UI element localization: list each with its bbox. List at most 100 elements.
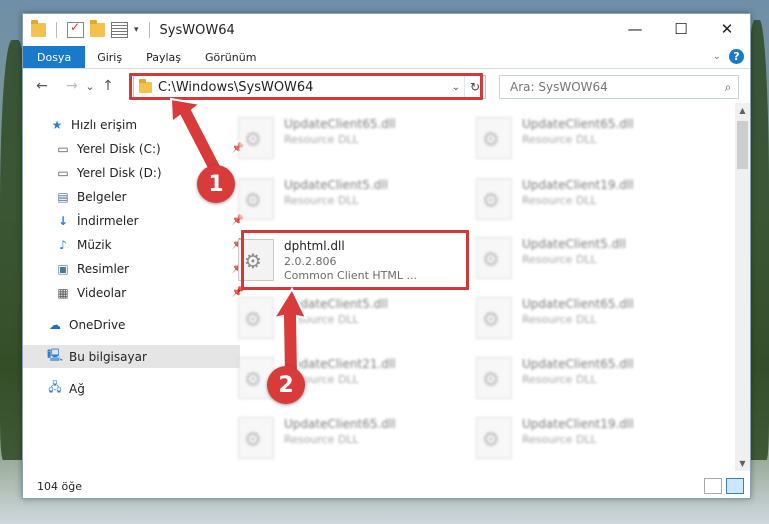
sidebar-item-label: İndirmeler bbox=[77, 213, 139, 228]
maximize-button[interactable]: ☐ bbox=[658, 14, 704, 44]
sidebar-item-onedrive[interactable]: ☁ OneDrive bbox=[23, 313, 240, 336]
file-name: UpdateClient5.dll bbox=[284, 297, 388, 311]
sidebar-item-label: OneDrive bbox=[69, 317, 126, 332]
file-type: Common Client HTML ... bbox=[284, 269, 417, 282]
search-input[interactable] bbox=[508, 79, 718, 95]
file-name: UpdateClient19.dll bbox=[522, 417, 634, 431]
divider bbox=[148, 22, 150, 38]
window-title: SysWOW64 bbox=[159, 22, 235, 38]
chevron-down-icon[interactable]: ▾ bbox=[134, 25, 139, 35]
file-type: Resource DLL bbox=[522, 373, 597, 386]
status-bar: 104 öğe bbox=[23, 474, 750, 498]
sidebar-item-label: Hızlı erişim bbox=[71, 117, 138, 132]
file-name: UpdateClient5.dll bbox=[284, 178, 388, 192]
file-type: Resource DLL bbox=[522, 133, 597, 146]
dll-file-icon bbox=[476, 297, 512, 339]
view-buttons bbox=[704, 478, 744, 494]
new-folder-icon[interactable] bbox=[90, 20, 105, 37]
download-icon: ↓ bbox=[57, 213, 69, 228]
search-icon[interactable]: ⌕ bbox=[718, 80, 738, 95]
item-count: 104 öğe bbox=[37, 479, 82, 493]
file-item[interactable]: UpdateClient19.dll Resource DLL bbox=[470, 172, 692, 228]
file-item-dphtml[interactable]: dphtml.dll 2.0.2.806 Common Client HTML … bbox=[232, 233, 454, 289]
window-controls: — ☐ ✕ bbox=[612, 14, 750, 44]
dll-file-icon bbox=[476, 237, 512, 279]
tab-share[interactable]: Paylaş bbox=[134, 46, 193, 68]
address-path[interactable]: C:\Windows\SysWOW64 bbox=[158, 80, 448, 95]
network-icon: 🖧 bbox=[48, 380, 62, 394]
dll-file-icon bbox=[238, 178, 274, 220]
large-icons-view-icon[interactable] bbox=[726, 478, 744, 494]
expand-ribbon-icon[interactable]: ⌄ bbox=[713, 51, 721, 62]
up-button[interactable]: ↑ bbox=[97, 78, 119, 94]
forward-button[interactable]: → bbox=[61, 78, 83, 94]
close-button[interactable]: ✕ bbox=[704, 14, 750, 44]
file-list: UpdateClient65.dll Resource DLL UpdateCl… bbox=[232, 103, 735, 471]
dll-file-icon bbox=[476, 417, 512, 459]
file-item[interactable]: UpdateClient19.dll Resource DLL bbox=[470, 411, 692, 467]
file-name: dphtml.dll bbox=[284, 239, 345, 253]
file-item[interactable]: UpdateClient65.dll Resource DLL bbox=[232, 111, 454, 167]
sidebar-item-pictures[interactable]: ▣ Resimler 📌 bbox=[23, 257, 248, 280]
sidebar-item-music[interactable]: ♪ Müzik 📌 bbox=[23, 233, 248, 256]
sidebar-item-label: Videolar bbox=[77, 285, 127, 300]
file-item[interactable]: UpdateClient5.dll Resource DLL bbox=[232, 291, 454, 347]
properties-check-icon[interactable] bbox=[67, 20, 84, 38]
file-item[interactable]: UpdateClient65.dll Resource DLL bbox=[232, 411, 454, 467]
minimize-button[interactable]: — bbox=[612, 14, 658, 44]
sidebar-item-label: Ağ bbox=[69, 381, 85, 396]
dll-file-icon bbox=[238, 417, 274, 459]
file-name: UpdateClient21.dll bbox=[284, 357, 396, 371]
file-name: UpdateClient65.dll bbox=[522, 297, 634, 311]
tab-home[interactable]: Giriş bbox=[85, 46, 134, 68]
scrollbar-thumb[interactable] bbox=[737, 121, 748, 169]
file-item[interactable]: UpdateClient5.dll Resource DLL bbox=[470, 231, 692, 287]
search-box[interactable]: ⌕ bbox=[499, 75, 739, 99]
file-name: UpdateClient5.dll bbox=[522, 237, 626, 251]
folder-icon bbox=[31, 20, 46, 37]
file-type: Resource DLL bbox=[284, 433, 359, 446]
tab-file[interactable]: Dosya bbox=[23, 46, 86, 68]
scroll-down-icon[interactable]: ▼ bbox=[735, 456, 750, 471]
cloud-icon: ☁ bbox=[49, 317, 61, 332]
drive-icon: ▭ bbox=[57, 165, 69, 180]
music-icon: ♪ bbox=[59, 237, 67, 252]
file-name: UpdateClient19.dll bbox=[522, 178, 634, 192]
file-item[interactable]: UpdateClient65.dll Resource DLL bbox=[470, 111, 692, 167]
file-name: UpdateClient65.dll bbox=[284, 417, 396, 431]
customize-toolbar-icon[interactable] bbox=[111, 22, 128, 38]
document-icon: ▤ bbox=[57, 189, 69, 204]
sidebar-item-quick-access[interactable]: ★ Hızlı erişim bbox=[23, 113, 242, 136]
dll-file-icon bbox=[476, 357, 512, 399]
sidebar-item-this-pc[interactable]: 🖳 Bu bilgisayar bbox=[23, 345, 240, 368]
dll-file-icon bbox=[476, 117, 512, 159]
refresh-button[interactable]: ↻ bbox=[464, 76, 485, 98]
vertical-scrollbar[interactable]: ▲ ▼ bbox=[735, 103, 750, 471]
tab-view[interactable]: Görünüm bbox=[193, 46, 268, 68]
navigation-pane: ★ Hızlı erişim ▭ Yerel Disk (C:) 📌 ▭ Yer… bbox=[23, 103, 244, 471]
sidebar-item-label: Belgeler bbox=[77, 189, 127, 204]
recent-locations-button[interactable]: ⌄ bbox=[83, 80, 97, 93]
scroll-up-icon[interactable]: ▲ bbox=[735, 103, 750, 118]
sidebar-item-disk-c[interactable]: ▭ Yerel Disk (C:) 📌 bbox=[23, 137, 248, 160]
sidebar-item-videos[interactable]: ▦ Videolar 📌 bbox=[23, 281, 248, 304]
dll-file-icon bbox=[238, 239, 274, 281]
sidebar-item-network[interactable]: 🖧 Ağ bbox=[23, 377, 240, 400]
address-bar[interactable]: C:\Windows\SysWOW64 ⌄ ↻ bbox=[133, 75, 486, 99]
explorer-window: ▾ SysWOW64 — ☐ ✕ Dosya Giriş Paylaş Görü… bbox=[22, 13, 751, 499]
navigation-bar: ← → ⌄ ↑ C:\Windows\SysWOW64 ⌄ ↻ ⌕ bbox=[23, 69, 750, 103]
sidebar-item-downloads[interactable]: ↓ İndirmeler 📌 bbox=[23, 209, 248, 232]
file-type: Resource DLL bbox=[522, 433, 597, 446]
help-icon[interactable]: ? bbox=[729, 49, 744, 64]
chevron-down-icon[interactable]: ⌄ bbox=[448, 82, 464, 93]
folder-icon bbox=[139, 78, 152, 93]
step-badge-1: 1 bbox=[197, 165, 235, 203]
file-item[interactable]: UpdateClient65.dll Resource DLL bbox=[470, 351, 692, 407]
file-item[interactable]: UpdateClient21.dll Resource DLL bbox=[232, 351, 454, 407]
file-item[interactable]: UpdateClient5.dll Resource DLL bbox=[232, 172, 454, 228]
sidebar-item-label: Resimler bbox=[77, 261, 130, 276]
details-view-icon[interactable] bbox=[704, 478, 722, 494]
file-item[interactable]: UpdateClient65.dll Resource DLL bbox=[470, 291, 692, 347]
divider bbox=[56, 22, 57, 38]
back-button[interactable]: ← bbox=[31, 78, 53, 94]
